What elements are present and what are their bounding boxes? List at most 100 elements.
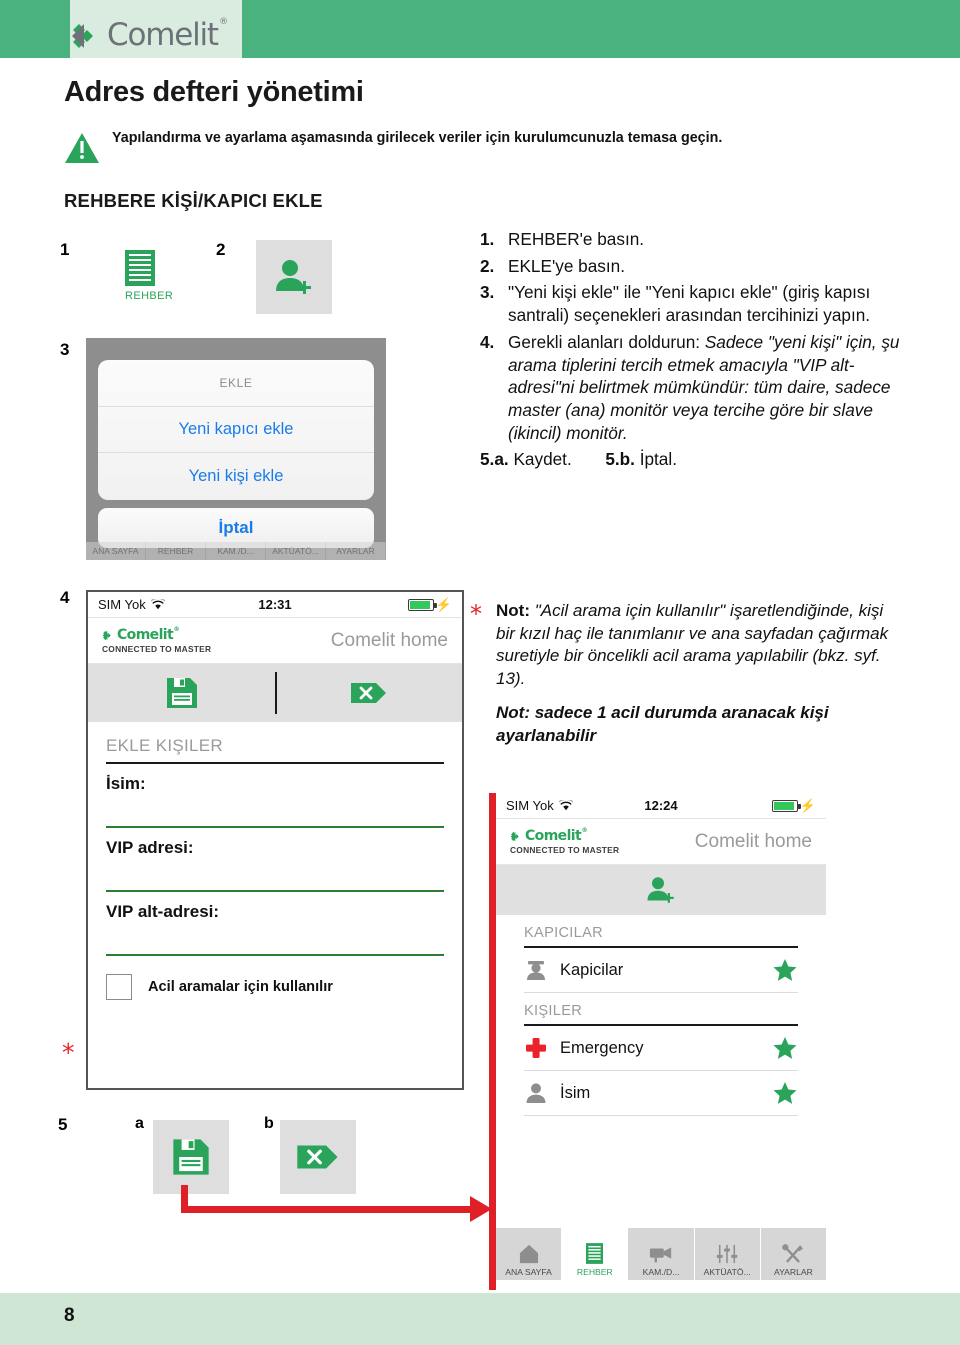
camera-icon: [649, 1247, 672, 1263]
instruction-item-4: 4. Gerekli alanları doldurun: Sadece "ye…: [480, 331, 900, 445]
step1-caption: REHBER: [125, 290, 174, 302]
tab-kamera[interactable]: KAM./D...: [206, 542, 266, 560]
instruction-text: "Yeni kişi ekle" ile "Yeni kapıcı ekle" …: [508, 282, 871, 326]
add-person-icon: [647, 877, 674, 903]
status-right: ⚡: [407, 596, 452, 613]
app-bar: Comelit ® CONNECTED TO MASTER Comelit hom…: [88, 618, 462, 664]
instruction-number: 1.: [480, 229, 495, 249]
logo-wordmark: Comelit ®: [107, 17, 228, 53]
step5a-save-tile[interactable]: [153, 1120, 229, 1194]
app-logo-word: Comelit: [525, 828, 582, 844]
tab-rehber[interactable]: REHBER: [562, 1228, 629, 1280]
list-item[interactable]: İsim: [524, 1071, 798, 1116]
instruction-number: 4.: [480, 331, 495, 352]
tools-icon: [782, 1244, 804, 1263]
status-right: ⚡: [771, 797, 816, 814]
step3-tabbar: ANA SAYFA REHBER KAM./D... AKTÜATÖ... AY…: [86, 542, 386, 560]
warning-triangle-icon: [65, 133, 99, 163]
action-sheet-option-0[interactable]: Yeni kapıcı ekle: [98, 407, 374, 454]
battery-icon: [407, 598, 437, 611]
registered-mark: ®: [219, 17, 228, 27]
concierge-icon: [527, 961, 545, 980]
status-bar: SIM Yok 12:24 ⚡: [496, 793, 826, 819]
logo-text: Comelit: [107, 17, 219, 53]
step-number-5: 5: [58, 1115, 68, 1134]
instruction-item-3: 3. "Yeni kişi ekle" ile "Yeni kapıcı ekl…: [480, 281, 900, 326]
tab-ayarlar[interactable]: AYARLAR: [326, 542, 386, 560]
sliders-icon: [717, 1244, 738, 1264]
option-label: Yeni kişi ekle: [188, 466, 284, 485]
tab-aktuator[interactable]: AKTÜATÖ...: [694, 1228, 761, 1280]
instruction-item-5: 5.a. Kaydet. 5.b. İptal.: [480, 448, 900, 471]
instruction-5b-text: İptal.: [639, 449, 677, 470]
step5b-cancel-tile[interactable]: [280, 1120, 356, 1194]
comelit-mark-icon: [72, 23, 93, 48]
add-contact-button[interactable]: [496, 875, 826, 905]
bolt-icon: ⚡: [799, 797, 816, 813]
list-item[interactable]: Kapicilar: [524, 948, 798, 993]
home-icon: [519, 1244, 538, 1264]
favorite-star-icon[interactable]: [772, 957, 798, 983]
step2-add-person-tile[interactable]: [256, 240, 332, 314]
app-logo-text: Comelit ®: [525, 827, 588, 844]
field-underline: [106, 826, 444, 828]
tab-ana-sayfa[interactable]: ANA SAYFA: [496, 1228, 563, 1280]
action-sheet-title: EKLE: [219, 375, 253, 390]
instruction-5b-number: 5.b.: [605, 449, 635, 470]
list-section-header-kapicilar: KAPICILAR: [524, 915, 798, 948]
page-footer: 8: [0, 1293, 960, 1345]
warning-note: Yapılandırma ve ayarlama aşamasında giri…: [64, 128, 904, 164]
favorite-star-icon[interactable]: [772, 1080, 798, 1106]
instruction-number: 2.: [480, 255, 495, 276]
registered-mark: ®: [173, 626, 180, 633]
emergency-checkbox-row[interactable]: Acil aramalar için kullanılır: [106, 974, 444, 1000]
save-button[interactable]: [88, 676, 275, 710]
emergency-checkbox-label: Acil aramalar için kullanılır: [148, 979, 333, 995]
battery-icon: [771, 799, 801, 812]
note-body: "Acil arama için kullanılır" işaretlendi…: [496, 601, 889, 688]
tab-ana-sayfa[interactable]: ANA SAYFA: [86, 542, 146, 560]
tab-aktuator[interactable]: AKTÜATÖ...: [266, 542, 326, 560]
list-item-name: Emergency: [560, 1038, 644, 1057]
note-block: * Not: "Acil arama için kullanılır" işar…: [470, 600, 906, 747]
tab-ayarlar[interactable]: AYARLAR: [760, 1228, 827, 1280]
field-isim[interactable]: İsim:: [106, 774, 444, 828]
instruction-text: EKLE'ye basın.: [508, 255, 625, 276]
field-vip-adresi[interactable]: VIP adresi:: [106, 838, 444, 892]
page-title: Adres defteri yönetimi: [64, 76, 364, 108]
step-number-1: 1: [60, 240, 70, 259]
status-left: SIM Yok: [506, 798, 573, 813]
wifi-icon: [150, 599, 165, 610]
cancel-button[interactable]: [275, 680, 462, 706]
contacts-list: KAPICILAR Kapicilar KIŞILER Emergency İs…: [496, 915, 826, 1116]
step-5a-label: a: [135, 1115, 144, 1132]
instruction-list: 1. REHBER'e basın. 2. EKLE'ye basın. 3. …: [480, 228, 900, 475]
comelit-mark-icon: [510, 831, 519, 841]
bolt-icon: ⚡: [435, 596, 452, 612]
field-vip-alt-adresi[interactable]: VIP alt-adresi:: [106, 902, 444, 956]
tab-rehber[interactable]: REHBER: [146, 542, 206, 560]
list-section-header-kisiler: KIŞILER: [524, 993, 798, 1026]
app-logo-subtitle: CONNECTED TO MASTER: [102, 644, 212, 654]
instruction-text-lead: Gerekli alanları doldurun:: [508, 331, 705, 352]
page-root: Comelit ® Adres defteri yönetimi Yapılan…: [0, 0, 960, 1345]
red-cross-icon: [526, 1038, 546, 1058]
app-logo-text: Comelit ®: [117, 626, 180, 643]
action-sheet-option-1[interactable]: Yeni kişi ekle: [98, 453, 374, 500]
app-bar-title: Comelit home: [330, 629, 448, 651]
floppy-save-icon: [173, 1139, 209, 1175]
directory-lines-icon: [586, 1243, 604, 1264]
option-label: Yeni kapıcı ekle: [178, 419, 294, 438]
instruction-item-2: 2. EKLE'ye basın.: [480, 255, 900, 278]
favorite-star-icon[interactable]: [772, 1035, 798, 1061]
emergency-checkbox[interactable]: [106, 974, 132, 1000]
flow-red-vertical-line: [489, 793, 496, 1290]
step3-screenshot: EKLE Yeni kapıcı ekle Yeni kişi ekle İpt…: [86, 338, 386, 560]
registered-mark: ®: [581, 827, 588, 834]
tab-kamera[interactable]: KAM./D...: [628, 1228, 695, 1280]
section-title: REHBERE KİŞİ/KAPICI EKLE: [64, 190, 323, 211]
field-label: İsim:: [106, 774, 146, 793]
list-item[interactable]: Emergency: [524, 1026, 798, 1071]
tab-label: AYARLAR: [773, 1267, 813, 1277]
status-bar: SIM Yok 12:31 ⚡: [88, 592, 462, 618]
